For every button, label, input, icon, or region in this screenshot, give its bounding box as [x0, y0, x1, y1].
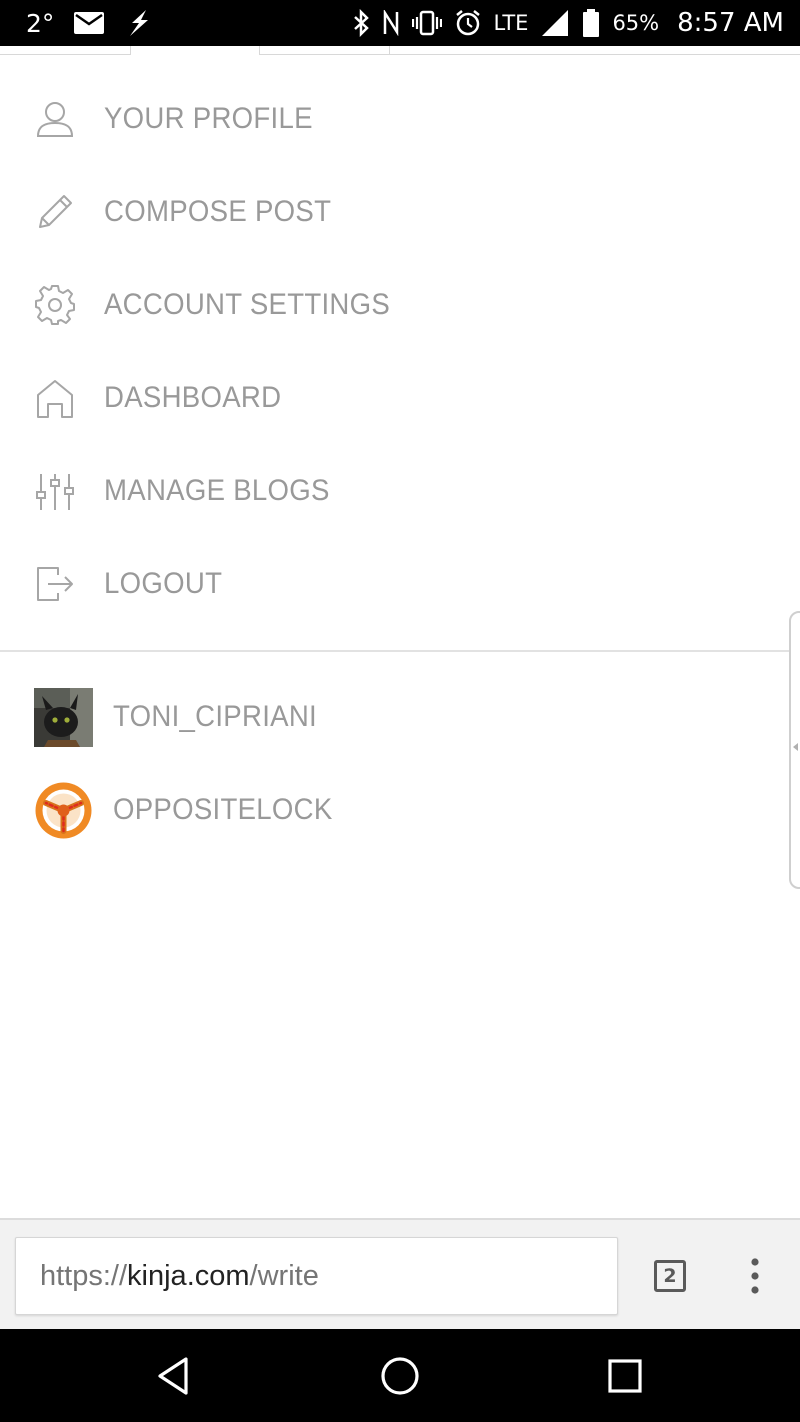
blog-item-oppositelock[interactable]: OPPOSITELOCK	[0, 775, 780, 845]
logout-icon	[34, 563, 76, 605]
tab-separator	[389, 46, 390, 55]
blog-name: TONI_CIPRIANI	[113, 700, 317, 733]
sliders-icon	[34, 470, 76, 512]
gear-icon	[34, 284, 76, 326]
url-field[interactable]: https://kinja.com/write	[15, 1237, 618, 1315]
menu-label: YOUR PROFILE	[104, 101, 313, 135]
menu-item-your-profile[interactable]: YOUR PROFILE	[0, 72, 780, 165]
battery-percent: 65%	[612, 11, 660, 35]
url-scheme: https://	[40, 1259, 128, 1292]
chevron-left-icon	[793, 743, 798, 751]
menu-label: DASHBOARD	[104, 380, 282, 414]
tab-switcher-button[interactable]: 2	[654, 1260, 686, 1292]
flash-icon	[124, 9, 154, 37]
drawer-handle[interactable]	[789, 611, 800, 889]
recents-icon[interactable]	[600, 1351, 650, 1401]
clock: 8:57 AM	[677, 8, 784, 38]
overflow-menu-icon[interactable]	[740, 1256, 770, 1296]
user-icon	[34, 98, 76, 140]
dragon-avatar	[34, 688, 93, 747]
mail-icon	[74, 12, 105, 34]
menu-label: LOGOUT	[104, 566, 223, 600]
tab-underline	[0, 54, 130, 55]
blog-name: OPPOSITELOCK	[113, 793, 333, 826]
url-path: /write	[249, 1259, 319, 1292]
bluetooth-icon	[352, 9, 370, 37]
menu-item-compose-post[interactable]: COMPOSE POST	[0, 165, 780, 258]
browser-toolbar: https://kinja.com/write 2	[0, 1218, 800, 1329]
home-icon	[34, 377, 76, 419]
blog-item-toni-cipriani[interactable]: TONI_CIPRIANI	[0, 682, 780, 752]
vibrate-icon	[411, 10, 442, 36]
home-button-icon[interactable]	[375, 1351, 425, 1401]
menu-item-logout[interactable]: LOGOUT	[0, 537, 780, 630]
tab-underline	[259, 54, 800, 55]
status-bar: 2° LTE 65% 8:57 AM	[0, 0, 800, 46]
divider	[0, 650, 800, 652]
back-icon[interactable]	[150, 1351, 200, 1401]
battery-icon	[582, 9, 600, 37]
signal-icon	[540, 9, 570, 37]
menu-label: MANAGE BLOGS	[104, 473, 330, 507]
nfc-icon	[382, 10, 400, 36]
url-domain: kinja.com	[127, 1259, 250, 1292]
menu-label: COMPOSE POST	[104, 194, 332, 228]
tab-separator	[130, 46, 131, 55]
menu-item-account-settings[interactable]: ACCOUNT SETTINGS	[0, 258, 780, 351]
menu-item-manage-blogs[interactable]: MANAGE BLOGS	[0, 444, 780, 537]
menu-item-dashboard[interactable]: DASHBOARD	[0, 351, 780, 444]
pencil-icon	[34, 191, 76, 233]
alarm-icon	[454, 9, 482, 37]
steering-wheel-avatar	[34, 781, 93, 840]
network-type: LTE	[493, 11, 529, 35]
temperature: 2°	[26, 8, 55, 38]
system-nav-bar	[0, 1329, 800, 1422]
menu-label: ACCOUNT SETTINGS	[104, 287, 391, 321]
